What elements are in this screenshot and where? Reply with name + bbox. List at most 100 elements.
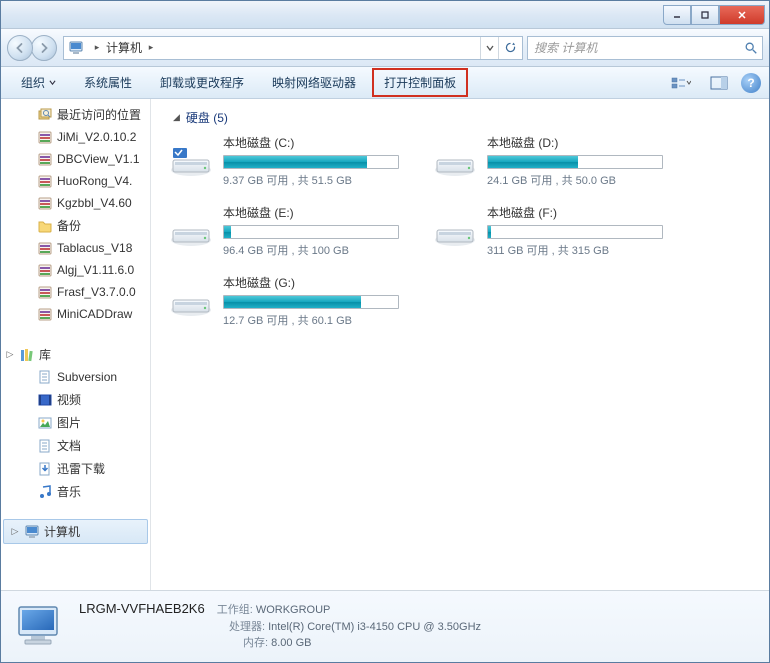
tree-item[interactable]: Frasf_V3.7.0.0 (1, 281, 150, 303)
preview-pane-button[interactable] (703, 73, 735, 93)
minimize-button[interactable] (663, 5, 691, 25)
tree-library-item[interactable]: Subversion (1, 366, 150, 388)
tree-item-label: Frasf_V3.7.0.0 (57, 285, 136, 299)
details-pane: LRGM-VVFHAEB2K6 工作组: WORKGROUP 处理器: Inte… (1, 590, 769, 662)
titlebar[interactable] (1, 1, 769, 29)
tree-library-item[interactable]: 迅雷下载 (1, 457, 150, 480)
tree-item[interactable]: DBCView_V1.1 (1, 148, 150, 170)
drive-icon (433, 142, 477, 180)
tree-library-item[interactable]: 图片 (1, 411, 150, 434)
computer-icon (68, 40, 84, 56)
tree-item[interactable]: MiniCADDraw (1, 303, 150, 325)
tree-library-item[interactable]: 视频 (1, 388, 150, 411)
tree-item[interactable]: JiMi_V2.0.10.2 (1, 126, 150, 148)
rar-icon (37, 306, 53, 322)
rar-icon (37, 129, 53, 145)
drive-item[interactable]: 本地磁盘 (F:)311 GB 可用 , 共 315 GB (433, 204, 685, 258)
address-bar[interactable]: ▸ 计算机 ▸ (63, 36, 523, 60)
breadcrumb-sep-icon[interactable]: ▸ (92, 40, 102, 56)
drive-usage-bar (223, 225, 399, 239)
search-placeholder: 搜索 计算机 (528, 39, 740, 56)
maximize-button[interactable] (691, 5, 719, 25)
main-pane[interactable]: ◢ 硬盘 (5) 本地磁盘 (C:) 9.37 GB 可用 , 共 51.5 GB… (151, 99, 769, 590)
doc-icon (37, 369, 53, 385)
drive-name: 本地磁盘 (D:) (487, 134, 685, 151)
rar-icon (37, 151, 53, 167)
nav-forward-button[interactable] (31, 35, 57, 61)
tree-item-label: JiMi_V2.0.10.2 (57, 130, 136, 144)
refresh-button[interactable] (498, 37, 522, 59)
chevron-down-icon (49, 79, 56, 86)
tree-item[interactable]: HuoRong_V4. (1, 170, 150, 192)
category-header[interactable]: ◢ 硬盘 (5) (161, 105, 759, 134)
drive-usage-bar (223, 295, 399, 309)
tree-libraries[interactable]: ▷ 库 (1, 343, 150, 366)
tree-item-label: MiniCADDraw (57, 307, 132, 321)
tree-recent-places[interactable]: 最近访问的位置 (1, 103, 150, 126)
address-text[interactable]: 计算机 (106, 39, 142, 56)
pic-icon (37, 415, 53, 431)
details-computer-name: LRGM-VVFHAEB2K6 (79, 601, 205, 616)
tree-item-label: 视频 (57, 391, 81, 408)
tree-item-label: Kgzbbl_V4.60 (57, 196, 132, 210)
help-button[interactable]: ? (741, 73, 761, 93)
nav-back-button[interactable] (7, 35, 33, 61)
search-icon[interactable] (740, 37, 762, 59)
library-icon (19, 347, 35, 363)
drive-name: 本地磁盘 (E:) (223, 204, 421, 221)
drive-item[interactable]: 本地磁盘 (D:) 24.1 GB 可用 , 共 50.0 GB (433, 134, 685, 188)
dl-icon (37, 461, 53, 477)
collapse-triangle-icon[interactable]: ◢ (173, 112, 180, 123)
view-options-button[interactable] (665, 73, 697, 93)
search-input[interactable]: 搜索 计算机 (527, 36, 763, 60)
navigation-tree[interactable]: 最近访问的位置 JiMi_V2.0.10.2 DBCView_V1.1 HuoRon… (1, 99, 151, 590)
drive-usage-bar (487, 225, 663, 239)
nav-bar: ▸ 计算机 ▸ 搜索 计算机 (1, 29, 769, 67)
details-cpu: Intel(R) Core(TM) i3-4150 CPU @ 3.50GHz (268, 621, 481, 633)
explorer-window: ▸ 计算机 ▸ 搜索 计算机 组织 系统属性 卸载或更改程序 映射网络驱动器 打… (0, 0, 770, 663)
open-control-panel-button[interactable]: 打开控制面板 (372, 68, 468, 97)
system-properties-button[interactable]: 系统属性 (72, 68, 144, 97)
tree-item-label: 迅雷下载 (57, 460, 105, 477)
breadcrumb-sep-icon[interactable]: ▸ (146, 40, 156, 56)
disclosure-triangle-icon[interactable]: ▷ (10, 527, 20, 537)
rar-icon (37, 240, 53, 256)
drive-item[interactable]: 本地磁盘 (C:) 9.37 GB 可用 , 共 51.5 GB (169, 134, 421, 188)
tree-item-label: 图片 (57, 414, 81, 431)
tree-item-label: 文档 (57, 437, 81, 454)
rar-icon (37, 173, 53, 189)
folder-icon (37, 218, 53, 234)
address-dropdown-button[interactable] (480, 37, 498, 59)
disclosure-triangle-icon[interactable]: ▷ (5, 350, 15, 360)
map-network-drive-button[interactable]: 映射网络驱动器 (260, 68, 368, 97)
rar-icon (37, 195, 53, 211)
uninstall-programs-button[interactable]: 卸载或更改程序 (148, 68, 256, 97)
content-area: 最近访问的位置 JiMi_V2.0.10.2 DBCView_V1.1 HuoRon… (1, 99, 769, 590)
drive-name: 本地磁盘 (F:) (487, 204, 685, 221)
tree-item-label: 备份 (57, 217, 81, 234)
recent-icon (37, 107, 53, 123)
drive-item[interactable]: 本地磁盘 (G:)12.7 GB 可用 , 共 60.1 GB (169, 274, 421, 328)
computer-icon (24, 524, 40, 540)
drive-free-text: 24.1 GB 可用 , 共 50.0 GB (487, 172, 685, 188)
drive-item[interactable]: 本地磁盘 (E:)96.4 GB 可用 , 共 100 GB (169, 204, 421, 258)
tree-item[interactable]: Tablacus_V18 (1, 237, 150, 259)
video-icon (37, 392, 53, 408)
music-icon (37, 484, 53, 500)
tree-item[interactable]: Algj_V1.11.6.0 (1, 259, 150, 281)
tree-item-label: 音乐 (57, 483, 81, 500)
drive-name: 本地磁盘 (C:) (223, 134, 421, 151)
organize-button[interactable]: 组织 (9, 68, 68, 97)
tree-item[interactable]: 备份 (1, 214, 150, 237)
tree-computer[interactable]: ▷ 计算机 (3, 519, 148, 544)
tree-item[interactable]: Kgzbbl_V4.60 (1, 192, 150, 214)
close-button[interactable] (719, 5, 765, 25)
drive-name: 本地磁盘 (G:) (223, 274, 421, 291)
drive-free-text: 9.37 GB 可用 , 共 51.5 GB (223, 172, 421, 188)
details-ram: 8.00 GB (271, 637, 311, 649)
nav-back-forward (7, 33, 59, 63)
tree-library-item[interactable]: 文档 (1, 434, 150, 457)
tree-item-label: HuoRong_V4. (57, 174, 132, 188)
tree-library-item[interactable]: 音乐 (1, 480, 150, 503)
tree-item-label: Subversion (57, 370, 117, 384)
